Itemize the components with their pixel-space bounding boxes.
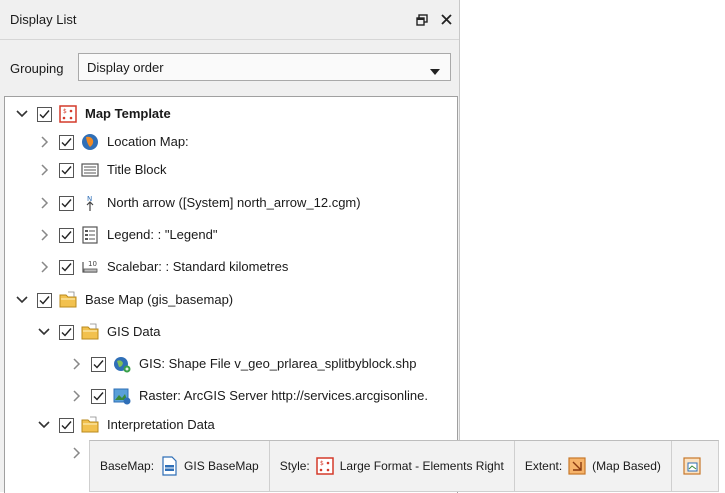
svg-text:$: $ bbox=[63, 108, 67, 115]
visibility-checkbox[interactable] bbox=[59, 325, 74, 340]
tree-item-shapefile[interactable]: GIS: Shape File v_geo_prlarea_splitbyblo… bbox=[69, 354, 455, 376]
tree-item-label: Scalebar: : Standard kilometres bbox=[107, 259, 289, 274]
tree-item-interpretation-data[interactable]: Interpretation Data bbox=[37, 415, 447, 437]
visibility-checkbox[interactable] bbox=[59, 196, 74, 211]
tree-item-label: Location Map: bbox=[107, 134, 189, 149]
expand-chevron-icon[interactable] bbox=[69, 357, 83, 373]
legend-icon bbox=[81, 226, 99, 244]
style-value: Large Format - Elements Right bbox=[339, 459, 504, 473]
visibility-checkbox[interactable] bbox=[91, 389, 106, 404]
expand-chevron-icon[interactable] bbox=[37, 135, 51, 151]
float-icon[interactable] bbox=[415, 13, 429, 27]
grouping-value: Display order bbox=[87, 59, 164, 75]
tree-item-label: Title Block bbox=[107, 162, 167, 177]
north-arrow-icon: N bbox=[81, 194, 99, 212]
tree-item-label: Base Map (gis_basemap) bbox=[85, 292, 234, 307]
extent-segment[interactable]: Extent: (Map Based) bbox=[515, 441, 672, 491]
raster-icon bbox=[113, 387, 131, 405]
map-template-icon: $ bbox=[315, 456, 335, 476]
tree-item-location-map[interactable]: Location Map: bbox=[37, 132, 447, 154]
visibility-checkbox[interactable] bbox=[37, 293, 52, 308]
collapse-chevron-icon[interactable] bbox=[15, 293, 29, 309]
tree-item-label: Legend: : "Legend" bbox=[107, 227, 218, 242]
extent-icon bbox=[567, 456, 587, 476]
tree-item-label: North arrow ([System] north_arrow_12.cgm… bbox=[107, 195, 361, 210]
visibility-checkbox[interactable] bbox=[59, 163, 74, 178]
visibility-checkbox[interactable] bbox=[59, 260, 74, 275]
map-template-icon: $ bbox=[59, 105, 77, 123]
scalebar-icon: 10 bbox=[81, 258, 99, 276]
expand-chevron-icon[interactable] bbox=[69, 446, 83, 462]
tree-item-label: GIS Data bbox=[107, 324, 161, 339]
layout-status-bar: BaseMap: GIS BaseMap Style: $ Large Form… bbox=[89, 440, 719, 492]
tree-item-base-map[interactable]: Base Map (gis_basemap) bbox=[15, 290, 445, 312]
tree-item-scalebar[interactable]: 10 Scalebar: : Standard kilometres bbox=[37, 257, 447, 279]
style-label: Style: bbox=[279, 459, 310, 473]
tree-item-label: Raster: ArcGIS Server http://services.ar… bbox=[139, 388, 428, 403]
tree-item-north-arrow[interactable]: N North arrow ([System] north_arrow_12.c… bbox=[37, 193, 447, 215]
expand-chevron-icon[interactable] bbox=[37, 228, 51, 244]
style-segment[interactable]: Style: $ Large Format - Elements Right bbox=[270, 441, 515, 491]
tree-item-label: Interpretation Data bbox=[107, 417, 215, 432]
basemap-label: BaseMap: bbox=[100, 459, 155, 473]
visibility-checkbox[interactable] bbox=[91, 357, 106, 372]
extent-value: (Map Based) bbox=[592, 459, 661, 473]
visibility-checkbox[interactable] bbox=[37, 107, 52, 122]
svg-text:$: $ bbox=[320, 460, 324, 467]
grouping-row: Grouping Display order bbox=[0, 52, 459, 84]
location-map-icon bbox=[81, 133, 99, 151]
collapse-chevron-icon[interactable] bbox=[37, 325, 51, 341]
folder-icon bbox=[81, 323, 99, 341]
expand-chevron-icon[interactable] bbox=[37, 260, 51, 276]
visibility-checkbox[interactable] bbox=[59, 228, 74, 243]
title-block-icon bbox=[81, 161, 99, 179]
tree-item-hidden-child[interactable] bbox=[69, 443, 89, 465]
tree-item-legend[interactable]: Legend: : "Legend" bbox=[37, 225, 447, 247]
display-tree[interactable]: $ Map Template Location Map: Title Block… bbox=[4, 96, 458, 493]
expand-chevron-icon[interactable] bbox=[69, 389, 83, 405]
basemap-segment[interactable]: BaseMap: GIS BaseMap bbox=[90, 441, 270, 491]
tree-item-gis-data[interactable]: GIS Data bbox=[37, 322, 447, 344]
tree-item-raster[interactable]: Raster: ArcGIS Server http://services.ar… bbox=[69, 386, 455, 408]
basemap-value: GIS BaseMap bbox=[184, 459, 259, 473]
display-list-panel: Display List Grouping Display order $ Ma… bbox=[0, 0, 460, 493]
extra-segment[interactable] bbox=[672, 441, 712, 491]
grouping-select[interactable]: Display order bbox=[78, 53, 451, 81]
folder-icon bbox=[59, 291, 77, 309]
close-icon[interactable] bbox=[439, 13, 453, 27]
tree-item-label: GIS: Shape File v_geo_prlarea_splitbyblo… bbox=[139, 356, 417, 371]
dropdown-arrow-icon bbox=[430, 64, 440, 79]
panel-title: Display List bbox=[10, 12, 77, 27]
tree-item-map-template[interactable]: $ Map Template bbox=[15, 104, 445, 126]
page-setup-icon bbox=[682, 456, 702, 476]
grouping-label: Grouping bbox=[10, 60, 64, 76]
basemap-icon bbox=[159, 456, 179, 476]
visibility-checkbox[interactable] bbox=[59, 135, 74, 150]
tree-item-label: Map Template bbox=[85, 106, 171, 121]
extent-label: Extent: bbox=[524, 459, 563, 473]
tree-item-title-block[interactable]: Title Block bbox=[37, 160, 447, 182]
collapse-chevron-icon[interactable] bbox=[15, 107, 29, 123]
collapse-chevron-icon[interactable] bbox=[37, 418, 51, 434]
shapefile-icon bbox=[113, 355, 131, 373]
folder-icon bbox=[81, 416, 99, 434]
expand-chevron-icon[interactable] bbox=[37, 196, 51, 212]
panel-titlebar: Display List bbox=[0, 0, 459, 40]
svg-text:10: 10 bbox=[88, 260, 97, 268]
expand-chevron-icon[interactable] bbox=[37, 163, 51, 179]
visibility-checkbox[interactable] bbox=[59, 418, 74, 433]
